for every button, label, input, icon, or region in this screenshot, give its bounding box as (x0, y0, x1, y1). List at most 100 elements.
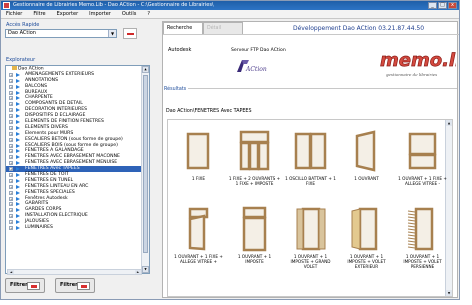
category-arrow-icon (16, 131, 20, 136)
scroll-up-icon[interactable]: ▲ (142, 66, 149, 73)
thumbnail-item[interactable]: 1 OUVRANT + 1 IMPOSTE + GRAND VOLET (284, 202, 337, 270)
app-icon (3, 2, 10, 9)
expand-icon[interactable]: + (9, 78, 13, 83)
category-arrow-icon (16, 125, 20, 130)
thumbnail-grid: ▲ ▼ 1 FIXE 1 FIXE + 2 OUVRANTS + 1 FIXE +… (167, 119, 453, 297)
expand-icon[interactable]: + (9, 155, 13, 160)
thumbnail-item[interactable]: 1 OSCILLO BATTANT + 1 FIXE (284, 124, 337, 192)
tree-item-label: FENETRES A GALANDAGE (25, 148, 84, 154)
expand-icon[interactable]: + (9, 125, 13, 130)
maximize-button[interactable]: □ (438, 2, 447, 9)
expand-icon[interactable]: + (9, 102, 13, 107)
tree-item-label: ELEMENTS DE FINITION FENETRES (25, 119, 104, 125)
window-thumbnail-icon (408, 132, 437, 170)
quick-access-value: Dao ACtion (8, 30, 36, 36)
category-arrow-icon (16, 120, 20, 125)
expand-icon[interactable]: + (9, 114, 13, 119)
window-thumbnail-icon (239, 130, 270, 171)
thumbnail-item[interactable]: 1 OUVRANT + 1 FIXE + ALLEGE VITREE - (396, 124, 449, 192)
close-button[interactable]: x (448, 2, 457, 9)
thumbnail-item[interactable]: 1 OUVRANT + 1 IMPOSTE (228, 202, 281, 270)
minimize-button[interactable]: _ (428, 2, 437, 9)
category-arrow-icon (16, 143, 20, 148)
category-arrow-icon (16, 137, 20, 142)
thumbnail-item[interactable]: 1 OUVRANT + 1 IMPOSTE + VOLET PERSIENNE (396, 202, 449, 270)
expand-icon[interactable]: + (9, 149, 13, 154)
tree-item-label: FENETRES DE TOIT (25, 172, 69, 178)
memo-lib-logo-text: memo.lib (380, 50, 456, 71)
expand-icon[interactable]: + (9, 196, 13, 201)
tab-recherche[interactable]: Recherche (163, 22, 203, 34)
provider-autodesk[interactable]: Autodesk (168, 47, 191, 53)
expand-icon[interactable]: + (9, 72, 13, 77)
tab-detail[interactable]: Détail (203, 22, 243, 34)
expand-icon[interactable]: + (9, 202, 13, 207)
ftp-server-label[interactable]: Serveur FTP Dao ACtion (231, 48, 286, 53)
category-arrow-icon (16, 90, 20, 95)
expand-icon[interactable]: + (9, 184, 13, 189)
expand-icon[interactable]: + (9, 220, 13, 225)
expand-icon[interactable]: + (9, 167, 13, 172)
thumbnail-item[interactable]: 1 FIXE (172, 124, 225, 192)
results-path: Dao ACtion\FENETRES Avec TAPEES (166, 109, 252, 114)
expand-icon[interactable]: + (9, 137, 13, 142)
thumbnail-item[interactable]: 1 FIXE + 2 OUVRANTS + 1 FIXE + IMPOSTE (228, 124, 281, 192)
thumbnail-caption: 1 OUVRANT + 1 IMPOSTE + VOLET EXTERIEUR (347, 254, 386, 269)
menu-help[interactable]: ? (147, 11, 150, 17)
thumbnail-caption: 1 OUVRANT + 1 FIXE + ALLEGE VITREE + (174, 254, 223, 264)
category-arrow-icon (16, 196, 20, 201)
window-thumbnail-icon (355, 130, 376, 172)
thumbnail-item[interactable]: 1 OUVRANT (340, 124, 393, 192)
expand-icon[interactable]: + (9, 190, 13, 195)
action-logo[interactable]: ACtion (233, 58, 267, 74)
chevron-down-icon[interactable]: ▼ (108, 30, 116, 37)
filter-button-2[interactable]: Filtrer (55, 278, 95, 293)
scroll-down-icon[interactable]: ▼ (142, 266, 149, 273)
expand-icon[interactable]: + (9, 84, 13, 89)
expand-icon[interactable]: + (9, 90, 13, 95)
expand-icon[interactable]: + (9, 108, 13, 113)
window-title: Gestionnaire de Librairies Memo.Lib - Da… (13, 2, 214, 8)
scroll-right-icon[interactable]: ► (135, 270, 141, 274)
explorer-tree[interactable]: Dao ACtion + AMENAGEMENTS EXTERIEURS + ANNO… (5, 65, 150, 274)
tree-item-label: INSTALLATION ELECTRIQUE (25, 213, 88, 219)
remove-shortcut-button[interactable] (123, 28, 137, 39)
menu-fichier[interactable]: Fichier (6, 11, 22, 17)
tree-item-label: Fenêtres Autodesk (25, 195, 68, 201)
tree-item[interactable]: + LUMINAIRES (6, 225, 149, 231)
thumbnail-item[interactable]: 1 OUVRANT + 1 FIXE + ALLEGE VITREE + (172, 202, 225, 270)
tree-item-label: LUMINAIRES (25, 225, 53, 231)
filter-button-1[interactable]: Filtrer (5, 278, 45, 293)
expand-icon[interactable]: + (9, 143, 13, 148)
tree-item-label: ESCALIERS BETON (sous forme de groupe) (25, 136, 123, 142)
thumbnail-caption: 1 FIXE + 2 OUVRANTS + 1 FIXE + IMPOSTE (228, 176, 281, 186)
expand-icon[interactable]: + (9, 96, 13, 101)
scroll-down-icon[interactable]: ▼ (446, 290, 452, 296)
menu-importer[interactable]: Importer (89, 11, 111, 17)
quick-access-combo[interactable]: Dao ACtion ▼ (5, 29, 117, 38)
menu-outils[interactable]: Outils (122, 11, 136, 17)
expand-icon[interactable]: + (9, 173, 13, 178)
tree-item-label: ESCALIERS BOIS (sous forme de groupe) (25, 142, 118, 148)
tree-horizontal-scrollbar[interactable]: ◄ ► (7, 269, 142, 275)
category-arrow-icon (16, 78, 20, 83)
developer-title: Développement Dao ACtion 03.21.87.44.50 (293, 25, 425, 32)
tree-vertical-scrollbar[interactable]: ▲ ▼ (141, 66, 149, 273)
category-arrow-icon (16, 178, 20, 183)
expand-icon[interactable]: + (9, 161, 13, 166)
scroll-left-icon[interactable]: ◄ (8, 270, 14, 274)
menu-exporter[interactable]: Exporter (57, 11, 79, 17)
expand-icon[interactable]: + (9, 131, 13, 136)
thumbnail-caption: 1 OUVRANT + 1 IMPOSTE (237, 254, 272, 264)
expand-icon[interactable]: + (9, 226, 13, 231)
category-arrow-icon (16, 155, 20, 160)
expand-icon[interactable]: + (9, 178, 13, 183)
thumbnail-item[interactable]: 1 OUVRANT + 1 IMPOSTE + VOLET EXTERIEUR (340, 202, 393, 270)
expand-icon[interactable]: + (9, 120, 13, 125)
menu-filtre[interactable]: Filtre (33, 11, 45, 17)
expand-icon[interactable]: + (9, 208, 13, 213)
expand-icon[interactable]: + (9, 214, 13, 219)
title-bar: Gestionnaire de Librairies Memo.Lib - Da… (1, 1, 459, 10)
filter-button-2-label: Filtrer (60, 282, 78, 288)
scroll-thumb[interactable] (143, 75, 148, 253)
